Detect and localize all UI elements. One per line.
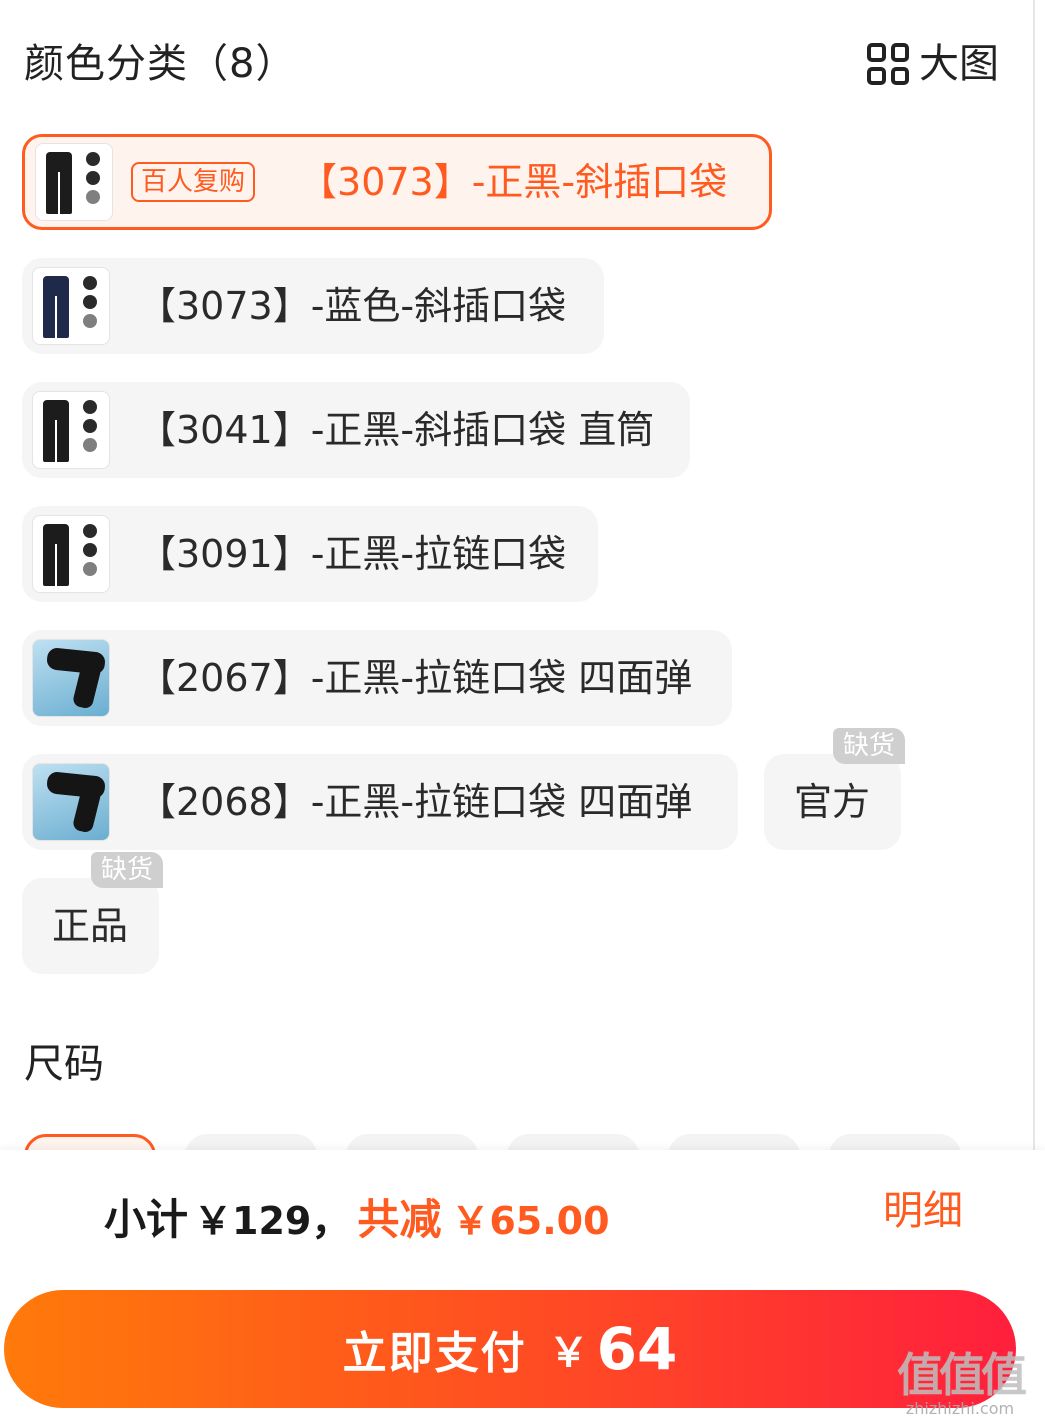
pay-amount: 64	[596, 1315, 678, 1383]
pay-now-label: 立即支付	[342, 1328, 527, 1379]
pay-now-button[interactable]: 立即支付 ￥ 64	[4, 1290, 1016, 1408]
big-view-button[interactable]: 大图	[867, 38, 999, 90]
grid-icon	[867, 43, 909, 85]
pay-currency: ￥	[548, 1330, 589, 1376]
color-option-3041-black[interactable]: 【3041】-正黑-斜插口袋 直筒	[22, 382, 690, 478]
color-option-label: 【3041】-正黑-斜插口袋 直筒	[138, 408, 655, 452]
watermark-url: zhizhizhi.com	[905, 1399, 1015, 1418]
product-thumbnail	[32, 639, 110, 717]
summary-separator: ，	[311, 1198, 352, 1244]
watermark: 值值值 zhizhizhi.com	[885, 1348, 1035, 1418]
out-of-stock-badge: 缺货	[91, 852, 164, 888]
color-option-label: 正品	[52, 904, 129, 948]
product-thumbnail	[32, 515, 110, 593]
color-option-3073-black[interactable]: 百人复购 【3073】-正黑-斜插口袋	[22, 134, 772, 230]
out-of-stock-badge: 缺货	[833, 728, 906, 764]
big-view-label: 大图	[919, 41, 999, 87]
discount-label: 共减	[357, 1195, 442, 1244]
repurchase-badge: 百人复购	[131, 162, 256, 202]
color-option-3073-blue[interactable]: 【3073】-蓝色-斜插口袋	[22, 258, 604, 354]
color-option-label: 【2067】-正黑-拉链口袋 四面弹	[138, 656, 693, 700]
color-option-label: 官方	[794, 780, 871, 824]
color-option-official[interactable]: 官方	[764, 754, 901, 850]
product-thumbnail	[32, 267, 110, 345]
watermark-logo: 值值值	[897, 1348, 1027, 1402]
color-option-genuine[interactable]: 正品	[22, 878, 159, 974]
color-option-label: 【3091】-正黑-拉链口袋	[138, 532, 567, 576]
product-thumbnail	[32, 391, 110, 469]
price-summary: 小计 ￥129 ， 共减 ￥65.00	[104, 1186, 610, 1244]
scrollbar[interactable]	[1033, 0, 1035, 1150]
product-thumbnail	[35, 143, 113, 221]
color-option-2068-black[interactable]: 【2068】-正黑-拉链口袋 四面弹	[22, 754, 738, 850]
subtotal-label: 小计	[104, 1195, 189, 1244]
price-detail-link[interactable]: 明细	[883, 1184, 963, 1238]
size-section-title: 尺码	[24, 1041, 104, 1087]
color-option-label: 【3073】-蓝色-斜插口袋	[138, 284, 567, 328]
checkout-bar: 小计 ￥129 ， 共减 ￥65.00 明细 立即支付 ￥ 64 值值值 zhi…	[0, 1150, 1045, 1424]
product-thumbnail	[32, 763, 110, 841]
color-option-2067-black[interactable]: 【2067】-正黑-拉链口袋 四面弹	[22, 630, 732, 726]
discount-value: ￥65.00	[451, 1199, 610, 1243]
color-option-label: 【2068】-正黑-拉链口袋 四面弹	[138, 780, 693, 824]
section-title: 颜色分类（8）	[24, 41, 297, 87]
color-section-header: 颜色分类（8） 大图	[24, 36, 999, 92]
subtotal-value: ￥129	[194, 1199, 312, 1243]
color-option-3091-black[interactable]: 【3091】-正黑-拉链口袋	[22, 506, 598, 602]
color-option-label: 【3073】-正黑-斜插口袋	[299, 160, 728, 204]
